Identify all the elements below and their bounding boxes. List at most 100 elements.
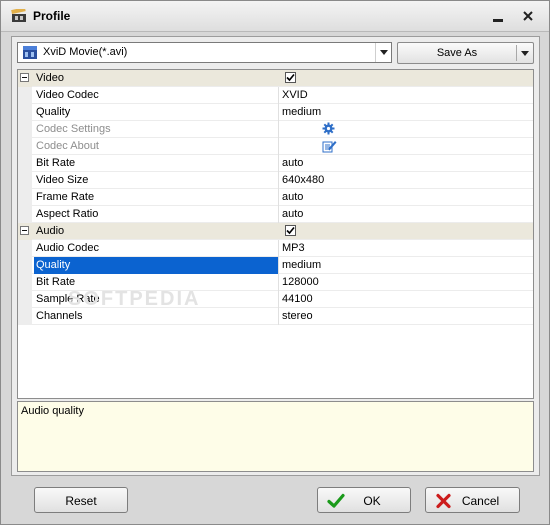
column-divider	[278, 121, 279, 138]
column-divider	[278, 104, 279, 121]
column-divider	[278, 257, 279, 274]
cancel-button[interactable]: Cancel	[425, 487, 520, 513]
profile-value: XviD Movie(*.avi)	[43, 46, 128, 58]
property-value[interactable]	[282, 121, 530, 138]
checkmark-icon	[286, 226, 295, 235]
property-row[interactable]: Bit Rate auto	[18, 155, 533, 172]
property-value[interactable]: 640x480	[282, 172, 530, 189]
property-row[interactable]: Codec About	[18, 138, 533, 155]
column-divider	[278, 189, 279, 206]
category-audio[interactable]: Audio	[18, 223, 533, 240]
column-divider	[278, 138, 279, 155]
row-gutter	[18, 223, 32, 240]
row-gutter	[18, 121, 32, 138]
property-value[interactable]: stereo	[282, 308, 530, 325]
ok-button[interactable]: OK	[317, 487, 411, 513]
property-name: Video Codec	[36, 89, 99, 101]
property-value[interactable]: medium	[282, 257, 530, 274]
property-value[interactable]: MP3	[282, 240, 530, 257]
cancel-label: Cancel	[461, 494, 500, 508]
property-name: Quality	[36, 106, 71, 118]
row-gutter	[18, 87, 32, 104]
film-clapper-icon	[11, 9, 26, 22]
property-value[interactable]	[282, 138, 530, 155]
column-divider	[278, 155, 279, 172]
description-text: Audio quality	[21, 405, 84, 417]
row-gutter	[18, 104, 32, 121]
property-name: Bit Rate	[36, 157, 76, 169]
description-box: Audio quality	[17, 401, 534, 472]
save-as-label: Save As	[436, 47, 478, 59]
property-value[interactable]: 128000	[282, 274, 530, 291]
property-value[interactable]: auto	[282, 206, 530, 223]
audio-enabled-cell	[282, 223, 530, 240]
close-icon	[523, 11, 533, 21]
row-gutter	[18, 291, 32, 308]
property-name: Frame Rate	[36, 191, 95, 203]
film-icon	[23, 46, 37, 59]
property-row[interactable]: Codec Settings	[18, 121, 533, 138]
category-label: Video	[36, 72, 64, 84]
property-row[interactable]: Video Size 640x480	[18, 172, 533, 189]
gear-icon[interactable]	[322, 122, 335, 135]
row-gutter	[18, 206, 32, 223]
profile-dropdown[interactable]: XviD Movie(*.avi)	[17, 42, 392, 63]
audio-enabled-checkbox[interactable]	[285, 225, 296, 236]
profile-dialog: Profile XviD Movie(*.avi) Save As Video …	[0, 0, 550, 525]
row-gutter	[18, 308, 32, 325]
property-row[interactable]: Quality medium	[18, 104, 533, 121]
row-gutter	[18, 274, 32, 291]
property-name: Codec Settings	[36, 123, 111, 135]
property-row[interactable]: Aspect Ratio auto	[18, 206, 533, 223]
reset-label: Reset	[65, 494, 97, 508]
property-value[interactable]: XVID	[282, 87, 530, 104]
reset-button[interactable]: Reset	[34, 487, 128, 513]
property-value[interactable]: auto	[282, 155, 530, 172]
row-gutter	[18, 257, 32, 274]
category-video[interactable]: Video	[18, 70, 533, 87]
collapse-icon[interactable]	[20, 73, 29, 82]
category-label: Audio	[36, 225, 65, 237]
column-divider	[278, 274, 279, 291]
property-value[interactable]: 44100	[282, 291, 530, 308]
save-as-button[interactable]: Save As	[397, 42, 534, 64]
column-divider	[278, 308, 279, 325]
row-gutter	[18, 240, 32, 257]
column-divider	[278, 206, 279, 223]
row-gutter	[18, 172, 32, 189]
property-name: Video Size	[36, 174, 89, 186]
property-name: Aspect Ratio	[36, 208, 99, 220]
column-divider	[278, 291, 279, 308]
row-gutter	[18, 155, 32, 172]
property-row[interactable]: Frame Rate auto	[18, 189, 533, 206]
watermark: SOFTPEDIA	[68, 288, 201, 310]
property-row-selected[interactable]: Quality medium	[18, 257, 533, 274]
video-enabled-checkbox[interactable]	[285, 72, 296, 83]
property-name: Codec About	[36, 140, 99, 152]
title-bar: Profile	[1, 1, 549, 32]
property-value[interactable]: auto	[282, 189, 530, 206]
property-grid: Video Video Codec XVID Quality medium Co…	[17, 69, 534, 399]
property-name: Audio Codec	[36, 242, 99, 254]
ok-label: OK	[363, 494, 381, 508]
column-divider	[278, 172, 279, 189]
property-row[interactable]: Audio Codec MP3	[18, 240, 533, 257]
row-gutter	[18, 70, 32, 87]
close-button[interactable]	[515, 5, 541, 27]
save-as-menu-arrow-icon[interactable]	[516, 43, 533, 63]
minimize-button[interactable]	[485, 5, 511, 27]
edit-icon[interactable]	[322, 139, 337, 153]
chevron-down-icon[interactable]	[375, 43, 391, 62]
property-row[interactable]: Video Codec XVID	[18, 87, 533, 104]
property-value[interactable]: medium	[282, 104, 530, 121]
column-divider	[278, 87, 279, 104]
row-gutter	[18, 138, 32, 155]
collapse-icon[interactable]	[20, 226, 29, 235]
window-title: Profile	[33, 9, 71, 23]
checkmark-icon	[286, 73, 295, 82]
column-divider	[278, 240, 279, 257]
property-name: Quality	[34, 257, 278, 274]
row-gutter	[18, 189, 32, 206]
video-enabled-cell	[282, 70, 530, 87]
settings-panel: XviD Movie(*.avi) Save As Video Video Co…	[11, 36, 540, 476]
